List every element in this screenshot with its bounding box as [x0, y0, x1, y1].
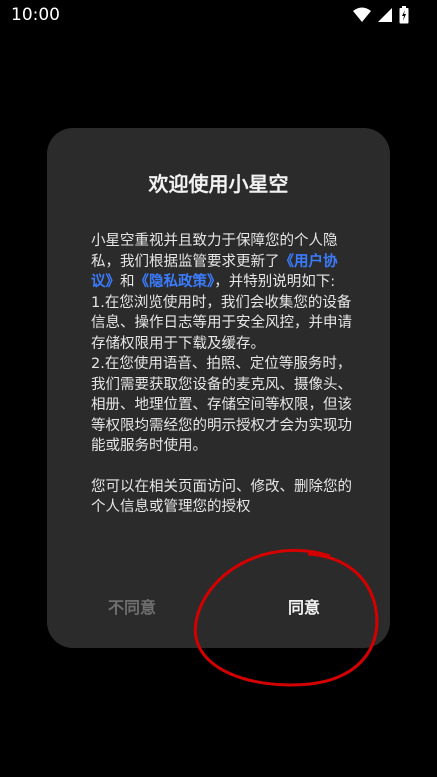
wifi-icon	[353, 7, 371, 22]
dialog-title: 欢迎使用小星空	[148, 172, 289, 196]
disagree-button[interactable]: 不同意	[72, 594, 192, 618]
privacy-dialog: 欢迎使用小星空 小星空重视并且致力于保障您的个人隐私，我们根据监管要求更新了《用…	[47, 128, 390, 648]
intro-suffix: ，并特别说明如下:	[214, 274, 336, 290]
dialog-body: 小星空重视并且致力于保障您的个人隐私，我们根据监管要求更新了《用户协议》和《隐私…	[91, 231, 353, 571]
footer-text: 您可以在相关页面访问、修改、删除您的个人信息或管理您的授权	[91, 478, 352, 516]
status-icons	[353, 6, 409, 24]
item-2: 2.在您使用语音、拍照、定位等服务时，我们需要获取您设备的麦克风、摄像头、相册、…	[91, 356, 352, 454]
item-1: 1.在您浏览使用时，我们会收集您的设备信息、操作日志等用于安全风控，并申请存储权…	[91, 294, 352, 352]
privacy-policy-link[interactable]: 《隐私政策》	[135, 274, 215, 290]
status-time: 10:00	[11, 5, 60, 25]
and-text: 和	[120, 274, 135, 290]
battery-icon	[399, 6, 409, 24]
signal-icon	[378, 8, 392, 22]
intro-paragraph: 小星空重视并且致力于保障您的个人隐私，我们根据监管要求更新了《用户协议》和《隐私…	[91, 231, 353, 293]
agree-button[interactable]: 同意	[244, 594, 364, 618]
status-bar: 10:00	[0, 0, 437, 32]
